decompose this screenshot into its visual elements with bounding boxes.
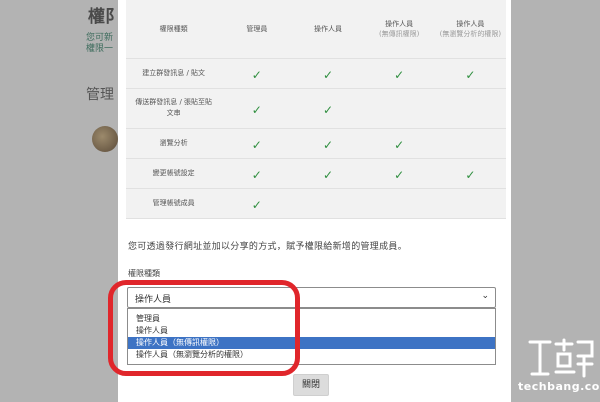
permission-cell: ✓ (363, 128, 435, 159)
check-icon: ✓ (251, 137, 262, 152)
permission-cell: ✓ (292, 128, 364, 159)
avatar (92, 126, 118, 152)
check-icon: ✓ (251, 67, 262, 82)
watermark-text: techbang.com (518, 380, 600, 393)
background-heading: 管理 (86, 87, 114, 103)
techbang-logo-icon (528, 338, 594, 378)
header-admin: 管理員 (221, 0, 293, 59)
permission-cell (434, 88, 506, 129)
table-row: 傳送群發訊息 / 張貼至貼文串 ✓ ✓ (126, 88, 506, 129)
permission-cell (363, 88, 435, 129)
permission-cell: ✓ (221, 158, 293, 189)
check-icon: ✓ (322, 67, 334, 82)
permission-cell: ✓ (221, 58, 293, 89)
table-row: 建立群發訊息 / 貼文 ✓ ✓ ✓ ✓ (126, 58, 506, 89)
permission-name: 瀏覽分析 (126, 128, 222, 159)
permission-cell (363, 188, 435, 219)
permission-cell: ✓ (292, 158, 364, 189)
permission-cell: ✓ (221, 188, 293, 219)
permission-cell: ✓ (292, 58, 364, 89)
header-permission-type: 權限種類 (126, 0, 222, 59)
permission-table: 權限種類 管理員 操作人員 操作人員 (無傳訊權限) 操作人員 (無瀏覽分析的權限)… (126, 0, 506, 219)
permission-cell: ✓ (292, 88, 364, 129)
check-icon: ✓ (322, 167, 334, 182)
permission-name: 傳送群發訊息 / 張貼至貼文串 (126, 88, 222, 129)
header-operator-no-messaging: 操作人員 (無傳訊權限) (363, 0, 435, 59)
permission-name: 建立群發訊息 / 貼文 (126, 58, 222, 89)
check-icon: ✓ (394, 137, 405, 152)
permission-name: 管理帳號成員 (126, 188, 222, 219)
permission-name: 變更帳號設定 (126, 158, 222, 189)
check-icon: ✓ (465, 67, 476, 82)
permission-cell: ✓ (434, 158, 506, 189)
permission-cell (434, 188, 506, 219)
permission-cell (292, 188, 364, 219)
table-row: 變更帳號設定 ✓ ✓ ✓ ✓ (126, 158, 506, 189)
highlight-ring (108, 280, 300, 376)
check-icon: ✓ (251, 102, 262, 117)
chevron-down-icon: ⌄ (481, 291, 489, 301)
permission-cell: ✓ (363, 58, 435, 89)
check-icon: ✓ (394, 67, 405, 82)
permission-cell: ✓ (221, 128, 293, 159)
check-icon: ✓ (394, 167, 405, 182)
header-operator: 操作人員 (292, 0, 364, 59)
permission-cell: ✓ (221, 88, 293, 129)
table-row: 管理帳號成員 ✓ (126, 188, 506, 219)
background-link: 權限一 (86, 44, 114, 54)
table-row: 瀏覽分析 ✓ ✓ ✓ (126, 128, 506, 159)
table-header-row: 權限種類 管理員 操作人員 操作人員 (無傳訊權限) 操作人員 (無瀏覽分析的權限) (126, 0, 506, 59)
permission-cell: ✓ (434, 58, 506, 89)
permission-cell (434, 128, 506, 159)
check-icon: ✓ (322, 137, 334, 152)
check-icon: ✓ (322, 102, 334, 117)
check-icon: ✓ (251, 197, 262, 212)
header-operator-no-analytics: 操作人員 (無瀏覽分析的權限) (434, 0, 506, 59)
check-icon: ✓ (251, 167, 262, 182)
background-title: 權阝 (88, 7, 122, 27)
permission-cell: ✓ (363, 158, 435, 189)
share-link-hint: 您可透過發行網址並加以分享的方式，賦予權限給新增的管理成員。 (128, 242, 408, 252)
close-button[interactable]: 關閉 (293, 374, 329, 396)
role-field-label: 權限種類 (128, 269, 160, 278)
check-icon: ✓ (465, 167, 476, 182)
